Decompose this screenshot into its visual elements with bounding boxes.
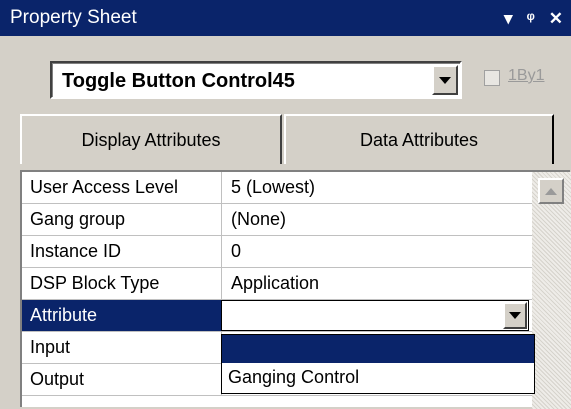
property-value[interactable]: 5 (Lowest)	[223, 172, 532, 203]
scroll-up-button[interactable]	[538, 178, 564, 204]
pin-icon[interactable]: ᵠ	[527, 10, 535, 27]
property-row[interactable]: User Access Level 5 (Lowest)	[22, 172, 532, 204]
chevron-down-icon	[439, 76, 451, 84]
window-title: Property Sheet	[10, 7, 137, 28]
tab-data-attributes[interactable]: Data Attributes	[284, 114, 554, 164]
property-value[interactable]: (None)	[223, 204, 532, 235]
attribute-dropdown-list: Ganging Control	[221, 334, 535, 394]
vertical-scrollbar[interactable]	[532, 172, 571, 409]
tab-display-attributes[interactable]: Display Attributes	[20, 114, 282, 164]
property-value[interactable]: 0	[223, 236, 532, 267]
chevron-up-icon	[545, 187, 557, 195]
title-bar-buttons: ▾ ᵠ ✕	[504, 0, 563, 36]
1by1-checkbox[interactable]	[484, 70, 500, 86]
property-value[interactable]: Application	[223, 268, 532, 299]
control-selector-value: Toggle Button Control45	[62, 70, 295, 92]
attribute-dropdown-button[interactable]	[503, 302, 527, 329]
property-name: Attribute	[22, 300, 222, 331]
menu-arrow-icon[interactable]: ▾	[504, 10, 513, 27]
property-name: Input	[22, 332, 222, 363]
property-name: Instance ID	[22, 236, 222, 267]
property-name: DSP Block Type	[22, 268, 222, 299]
property-row[interactable]: Gang group (None)	[22, 204, 532, 236]
1by1-label: 1By1	[508, 67, 545, 84]
control-selector-dropdown-button[interactable]	[432, 65, 458, 95]
dropdown-option-ganging-control[interactable]: Ganging Control	[222, 363, 534, 391]
title-bar: Property Sheet ▾ ᵠ ✕	[0, 0, 571, 36]
control-selector[interactable]: Toggle Button Control45	[50, 61, 462, 99]
property-name: Output	[22, 364, 222, 395]
close-icon[interactable]: ✕	[549, 10, 563, 27]
property-name: Gang group	[22, 204, 222, 235]
attribute-select[interactable]	[221, 300, 529, 331]
property-row[interactable]: DSP Block Type Application	[22, 268, 532, 300]
property-row[interactable]: Instance ID 0	[22, 236, 532, 268]
dropdown-option-blank[interactable]	[222, 335, 534, 363]
chevron-down-icon	[509, 312, 521, 319]
property-name: User Access Level	[22, 172, 222, 203]
